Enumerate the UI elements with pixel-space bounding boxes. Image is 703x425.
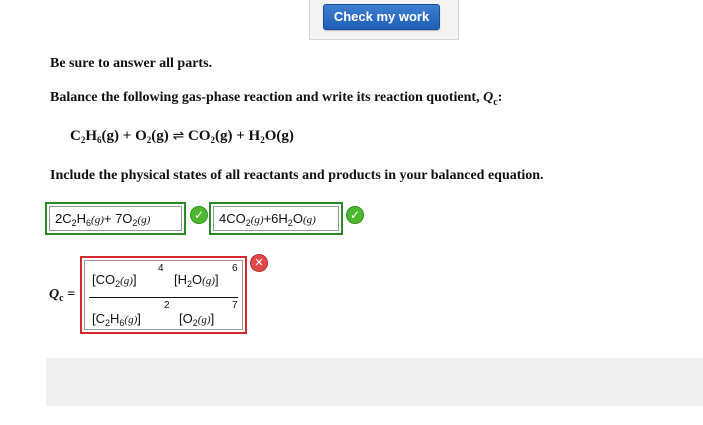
p1-state: (g) <box>214 128 233 144</box>
plus-sign-2: + <box>232 128 249 144</box>
reactants-answer-field[interactable]: 2C2H6(g)+ 7O2(g) <box>45 202 186 235</box>
products-answer-value[interactable]: 4CO2(g)+6H2O(g) <box>213 206 339 231</box>
qc-label: Qc = <box>49 287 75 304</box>
product-state-2: (g) <box>302 214 316 226</box>
den-c: [C <box>92 311 105 326</box>
qc-label-q: Q <box>49 287 60 302</box>
products-answer-field[interactable]: 4CO2(g)+6H2O(g) <box>209 202 343 235</box>
den-c2h6-close: ] <box>137 311 141 326</box>
heading: Be sure to answer all parts. <box>50 56 213 71</box>
num-co: [CO <box>92 272 116 287</box>
num-term-h2o: [H2O(g)] <box>174 272 219 289</box>
num-h2o-state: (g) <box>202 275 215 287</box>
check-my-work-button[interactable]: Check my work <box>323 4 440 30</box>
den-o2-state: (g) <box>197 314 211 326</box>
den-c2h6-state: (g) <box>124 314 138 326</box>
qc-symbol: Q <box>483 90 494 105</box>
instruction: Balance the following gas-phase reaction… <box>50 90 502 108</box>
fraction-bar <box>89 297 238 298</box>
reactant-state-2: (g) <box>137 214 151 226</box>
include-instruction: Include the physical states of all react… <box>50 168 544 183</box>
instruction-text: Balance the following gas-phase reaction… <box>50 90 484 105</box>
products-correct-icon: ✓ <box>346 206 364 224</box>
qc-incorrect-icon: ✕ <box>250 254 268 272</box>
qc-answer-field[interactable]: 4 6 [CO2(g)] [H2O(g)] 2 7 [C2H6(g)] [O2(… <box>80 256 247 334</box>
p2-o: O <box>264 128 277 144</box>
reaction-equation: C2H6(g) + O2(g) ⇌ CO2(g) + H2O(g) <box>70 128 294 145</box>
den-exp-1: 2 <box>164 300 170 311</box>
r1-state: (g) <box>101 128 120 144</box>
qc-equals: = <box>63 287 76 302</box>
num-co-close: ] <box>132 272 137 287</box>
r2-state: (g) <box>151 128 169 144</box>
num-term-co2: [CO2(g)] <box>92 272 137 289</box>
p1-co: CO <box>187 128 211 144</box>
reactant-o: + 7O <box>103 211 133 226</box>
num-h2o-close: ] <box>214 272 219 287</box>
den-o2-close: ] <box>210 311 215 326</box>
reactants-answer-value[interactable]: 2C2H6(g)+ 7O2(g) <box>49 206 182 231</box>
den-o: [O <box>179 311 193 326</box>
num-co-state: (g) <box>120 275 133 287</box>
den-h: H <box>110 311 120 326</box>
reactant-c: 2C <box>55 211 72 226</box>
qc-answer-value[interactable]: 4 6 [CO2(g)] [H2O(g)] 2 7 [C2H6(g)] [O2(… <box>84 260 243 330</box>
footer-bar <box>46 358 703 406</box>
reactant-h: H <box>76 211 87 226</box>
toolbar: Check my work <box>309 0 459 40</box>
den-exp-2: 7 <box>232 300 238 311</box>
instruction-colon: : <box>497 90 503 105</box>
r1-h: H <box>85 128 98 144</box>
r2-o: O <box>135 128 147 144</box>
p2-h: H <box>248 128 261 144</box>
product-o: O <box>292 211 303 226</box>
den-term-c2h6: [C2H6(g)] <box>92 311 141 328</box>
product-state-1: (g) <box>250 214 264 226</box>
product-h: +6H <box>263 211 288 226</box>
num-h: [H <box>174 272 187 287</box>
plus-sign: + <box>119 128 136 144</box>
reactant-state-1: (g) <box>91 214 104 226</box>
p2-state: (g) <box>276 128 294 144</box>
num-o: O <box>192 272 203 287</box>
r1-c: C <box>70 128 81 144</box>
num-exp-2: 6 <box>232 263 238 274</box>
num-exp-1: 4 <box>158 263 164 274</box>
product-co: 4CO <box>219 211 246 226</box>
den-term-o2: [O2(g)] <box>179 311 214 328</box>
equilibrium-arrow-icon: ⇌ <box>172 128 185 144</box>
reactants-correct-icon: ✓ <box>190 206 208 224</box>
